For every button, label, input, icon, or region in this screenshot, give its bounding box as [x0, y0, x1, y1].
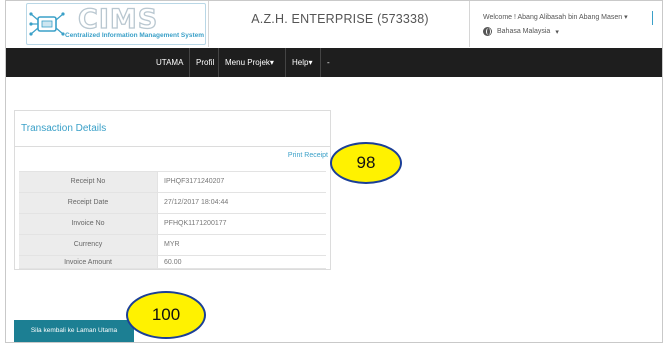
row-label: Receipt Date [19, 193, 157, 213]
row-label: Invoice No [19, 214, 157, 234]
table-row: Receipt Date 27/12/2017 18:04:44 [19, 192, 326, 213]
main-nav: UTAMA Profil Menu Projek▾ Help▾ - [6, 48, 662, 77]
row-label: Currency [19, 235, 157, 255]
panel-divider [15, 146, 330, 147]
nav-label: Menu Projek [225, 58, 270, 67]
caret-down-icon: ▾ [269, 58, 274, 67]
row-label: Receipt No [19, 172, 157, 192]
transaction-details-panel: Transaction Details Print Receipt Receip… [14, 110, 331, 270]
caret-down-icon: ▾ [624, 14, 628, 21]
nav-label: Profil [196, 58, 215, 67]
nav-item-help[interactable]: Help▾ [292, 48, 312, 77]
caret-down-icon: ▾ [555, 28, 559, 36]
row-value: 60.00 [157, 256, 326, 268]
user-menu[interactable]: Welcome ! Abang Alibasah bin Abang Masen… [483, 13, 628, 21]
back-to-home-button[interactable]: Sila kembali ke Laman Utama [14, 320, 134, 342]
header-accent-bar [652, 11, 653, 25]
logo-subtitle: Centralized Information Management Syste… [65, 32, 205, 39]
nav-divider [218, 48, 219, 77]
nav-item-utama[interactable]: UTAMA [156, 48, 183, 77]
table-row: Receipt No IPHQF3171240207 [19, 171, 326, 192]
print-receipt-link[interactable]: Print Receipt [288, 152, 328, 159]
header-divider [208, 1, 209, 47]
row-value: IPHQF3171240207 [157, 172, 326, 192]
table-row: Currency MYR [19, 234, 326, 255]
row-value: MYR [157, 235, 326, 255]
nav-item-menu-projek[interactable]: Menu Projek▾ [225, 48, 274, 77]
nav-divider [189, 48, 190, 77]
table-row: Invoice No PFHQK1171200177 [19, 213, 326, 234]
nav-label: - [327, 58, 330, 67]
table-row: Invoice Amount 60.00 [19, 255, 326, 269]
row-label: Invoice Amount [19, 256, 157, 268]
welcome-text: Welcome ! Abang Alibasah bin Abang Masen [483, 14, 623, 21]
circuit-logo-icon [29, 12, 65, 36]
language-selector[interactable]: Bahasa Malaysia ▾ [483, 27, 559, 36]
company-name: A.Z.H. ENTERPRISE (573338) [251, 12, 429, 26]
nav-item-profil[interactable]: Profil [196, 48, 214, 77]
nav-divider [285, 48, 286, 77]
callout-back-button: 100 [126, 291, 206, 339]
nav-label: Help [292, 58, 309, 67]
row-value: PFHQK1171200177 [157, 214, 326, 234]
globe-icon [483, 27, 492, 36]
panel-title: Transaction Details [21, 123, 107, 134]
row-value: 27/12/2017 18:04:44 [157, 193, 326, 213]
callout-print-receipt: 98 [330, 142, 402, 184]
language-label: Bahasa Malaysia [497, 28, 551, 35]
caret-down-icon: ▾ [308, 58, 313, 67]
nav-divider [320, 48, 321, 77]
cims-logo[interactable]: CIMS Centralized Information Management … [26, 3, 208, 45]
nav-item-extra[interactable]: - [327, 48, 330, 77]
header-divider [469, 1, 470, 47]
header: CIMS Centralized Information Management … [6, 1, 662, 47]
logo-text: CIMS [77, 3, 159, 35]
nav-label: UTAMA [156, 58, 184, 67]
